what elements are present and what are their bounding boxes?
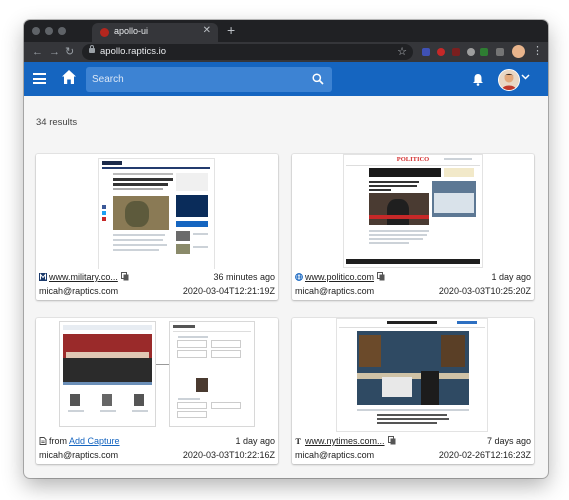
tab-title: apollo-ui bbox=[114, 26, 149, 36]
capture-thumbnail[interactable]: POLITICO bbox=[292, 154, 534, 269]
forward-arrow-icon[interactable]: → bbox=[49, 45, 60, 59]
svg-text:T: T bbox=[296, 437, 302, 445]
browser-window: apollo-ui ✕ + ← → ↻ apollo.raptics.io ☆ … bbox=[24, 20, 548, 478]
card-user-row: micah@raptics.com 2020-03-04T12:21:19Z bbox=[39, 286, 275, 296]
card-source-row: from Add Capture 1 day ago bbox=[39, 436, 275, 446]
tab-favicon-icon bbox=[100, 28, 109, 37]
relative-time: 7 days ago bbox=[486, 436, 531, 446]
capture-thumbnail[interactable] bbox=[36, 318, 278, 433]
card-user-row: micah@raptics.com 2020-02-26T12:16:23Z bbox=[295, 450, 531, 460]
browser-tab[interactable]: apollo-ui ✕ bbox=[92, 23, 218, 42]
browser-menu-icon[interactable]: ⋮ bbox=[532, 44, 543, 57]
search-input[interactable] bbox=[92, 70, 302, 88]
source-link[interactable]: www.military.co... bbox=[49, 272, 118, 282]
card-source-row: T www.nytimes.com... 7 days ago bbox=[295, 436, 531, 446]
window-minimize-dot[interactable] bbox=[45, 27, 53, 35]
address-url: apollo.raptics.io bbox=[100, 46, 167, 57]
extension-blue-icon[interactable] bbox=[422, 48, 430, 56]
tab-close-icon[interactable]: ✕ bbox=[203, 25, 211, 36]
extension-red-icon[interactable] bbox=[437, 48, 445, 56]
capture-timestamp: 2020-02-26T12:16:23Z bbox=[438, 450, 531, 460]
result-card[interactable]: www.military.co... 36 minutes ago micah@… bbox=[36, 154, 278, 300]
chevron-down-icon[interactable] bbox=[521, 74, 530, 80]
relative-time: 1 day ago bbox=[491, 272, 531, 282]
capture-user: micah@raptics.com bbox=[39, 450, 119, 460]
browser-toolbar: ← → ↻ apollo.raptics.io ☆ ⋮ bbox=[24, 42, 548, 62]
result-card[interactable]: T www.nytimes.com... 7 days ago micah@ra… bbox=[292, 318, 534, 464]
app-header bbox=[24, 62, 548, 96]
card-source-row: www.politico.com 1 day ago bbox=[295, 272, 531, 282]
result-card[interactable]: from Add Capture 1 day ago micah@raptics… bbox=[36, 318, 278, 464]
capture-user: micah@raptics.com bbox=[39, 286, 119, 296]
card-user-row: micah@raptics.com 2020-03-03T10:22:16Z bbox=[39, 450, 275, 460]
home-icon[interactable] bbox=[61, 69, 77, 85]
capture-timestamp: 2020-03-04T12:21:19Z bbox=[182, 286, 275, 296]
browser-profile-avatar[interactable] bbox=[512, 45, 525, 58]
results-count: 34 results bbox=[36, 117, 78, 128]
address-bar[interactable]: apollo.raptics.io ☆ bbox=[82, 44, 413, 60]
user-avatar[interactable] bbox=[498, 69, 520, 91]
notifications-bell-icon[interactable] bbox=[472, 73, 484, 86]
source-link[interactable]: www.nytimes.com... bbox=[305, 436, 385, 446]
lock-icon bbox=[89, 45, 95, 53]
capture-thumbnail[interactable] bbox=[292, 318, 534, 433]
back-arrow-icon[interactable]: ← bbox=[32, 45, 43, 59]
add-capture-link[interactable]: Add Capture bbox=[69, 436, 120, 446]
capture-thumbnail[interactable] bbox=[36, 154, 278, 269]
extension-list-icon[interactable] bbox=[496, 48, 504, 56]
document-icon bbox=[39, 437, 47, 445]
extension-grey-icon[interactable] bbox=[467, 48, 475, 56]
extension-green-icon[interactable] bbox=[480, 48, 488, 56]
reload-icon[interactable]: ↻ bbox=[65, 45, 74, 59]
new-tab-icon[interactable]: + bbox=[227, 22, 235, 38]
window-zoom-dot[interactable] bbox=[58, 27, 66, 35]
result-card[interactable]: POLITICO www.politico.com 1 day ago mica… bbox=[292, 154, 534, 300]
hamburger-menu-icon[interactable] bbox=[33, 73, 46, 84]
extension-darkred-icon[interactable] bbox=[452, 48, 460, 56]
copy-icon[interactable] bbox=[120, 272, 129, 281]
card-user-row: micah@raptics.com 2020-03-03T10:25:20Z bbox=[295, 286, 531, 296]
capture-user: micah@raptics.com bbox=[295, 450, 375, 460]
search-icon[interactable] bbox=[312, 73, 324, 85]
globe-icon bbox=[295, 273, 303, 281]
search-box[interactable] bbox=[86, 67, 332, 92]
copy-icon[interactable] bbox=[377, 272, 385, 281]
copy-icon[interactable] bbox=[387, 436, 396, 445]
relative-time: 36 minutes ago bbox=[213, 272, 275, 282]
relative-time: 1 day ago bbox=[235, 436, 275, 446]
capture-origin-prefix: from bbox=[49, 436, 67, 446]
window-close-dot[interactable] bbox=[32, 27, 40, 35]
source-link[interactable]: www.politico.com bbox=[305, 272, 374, 282]
browser-tab-strip: apollo-ui ✕ + bbox=[24, 20, 548, 42]
capture-timestamp: 2020-03-03T10:22:16Z bbox=[182, 450, 275, 460]
card-source-row: www.military.co... 36 minutes ago bbox=[39, 272, 275, 282]
nyt-icon: T bbox=[296, 437, 302, 445]
capture-timestamp: 2020-03-03T10:25:20Z bbox=[438, 286, 531, 296]
m-letter-icon bbox=[39, 273, 47, 281]
capture-user: micah@raptics.com bbox=[295, 286, 375, 296]
bookmark-star-icon[interactable]: ☆ bbox=[397, 45, 407, 58]
